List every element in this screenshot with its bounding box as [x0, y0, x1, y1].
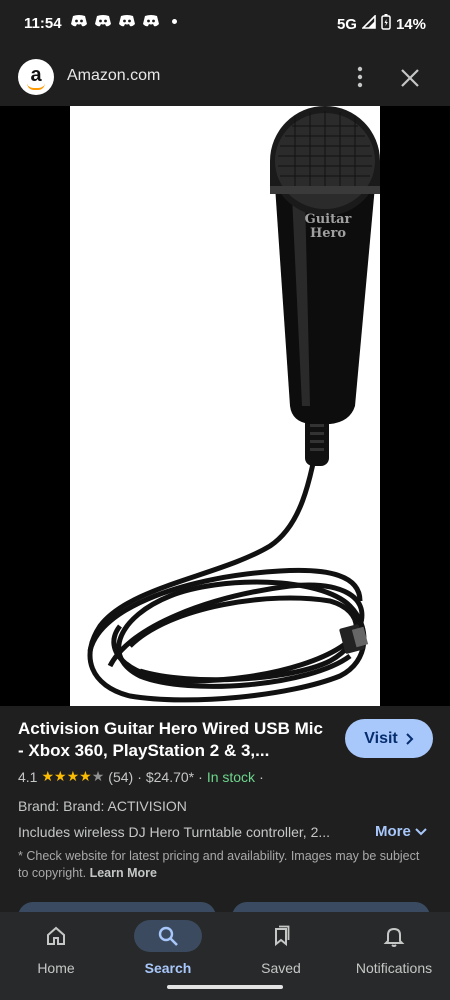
nav-search-icon-wrap [134, 920, 202, 952]
discord-icon [142, 14, 160, 28]
close-button[interactable] [398, 66, 422, 90]
nav-search-label: Search [144, 960, 192, 976]
battery-icon [381, 14, 391, 34]
discord-icon [94, 14, 112, 28]
microphone-illustration: Guitar Hero [87, 106, 380, 703]
product-meta-row: 4.1 ★★★★★ (54) · $24.70* · In stock · [18, 768, 264, 785]
more-label: More [375, 823, 411, 840]
nav-search[interactable]: Search [112, 912, 224, 984]
nav-notifications-icon-wrap [360, 920, 428, 952]
amazon-smile-icon [27, 83, 45, 90]
separator: · [137, 768, 142, 785]
status-time: 11:54 [24, 15, 62, 32]
battery-percent: 14% [395, 15, 426, 33]
site-name[interactable]: Amazon.com [67, 67, 160, 85]
brand-line: Brand: Brand: ACTIVISION [18, 798, 187, 814]
status-bar: 11:54 5G 14% [0, 0, 450, 48]
nav-saved[interactable]: Saved [225, 912, 337, 984]
gesture-home-indicator[interactable] [167, 985, 283, 989]
product-title[interactable]: Activision Guitar Hero Wired USB Mic - X… [18, 718, 328, 762]
separator: · [259, 768, 264, 785]
chevron-right-icon [406, 732, 414, 745]
nav-saved-icon-wrap [247, 920, 315, 952]
site-logo[interactable]: a [18, 59, 54, 95]
star-rating: ★★★★★ [41, 768, 104, 785]
status-right: 5G 14% [337, 14, 426, 34]
review-count: (54) [108, 768, 134, 785]
image-viewer[interactable]: Guitar Hero [0, 106, 450, 787]
star-icon: ★ [79, 768, 92, 784]
search-icon [158, 926, 178, 946]
nav-home-label: Home [37, 960, 75, 976]
close-icon [401, 69, 419, 87]
nav-notifications-label: Notifications [355, 960, 433, 976]
star-icon: ★ [66, 768, 80, 784]
rating-value: 4.1 [18, 768, 38, 785]
chevron-down-icon [415, 827, 427, 835]
discord-icon [70, 14, 88, 28]
disclaimer: * Check website for latest pricing and a… [18, 848, 428, 882]
description-line: Includes wireless DJ Hero Turntable cont… [18, 824, 331, 840]
nav-notifications[interactable]: Notifications [338, 912, 450, 984]
star-empty-icon: ★ [91, 768, 105, 784]
guitar-hero-logo-line2: Hero [310, 226, 346, 241]
more-button[interactable]: More [375, 823, 427, 840]
nav-home-icon-wrap [22, 920, 90, 952]
product-image[interactable]: Guitar Hero [70, 106, 380, 706]
home-icon [47, 926, 65, 945]
custom-tab-header: a Amazon.com [0, 48, 450, 106]
more-options-button[interactable] [348, 64, 372, 90]
signal-icon [361, 14, 376, 33]
discord-icon [118, 14, 136, 28]
star-icon: ★ [54, 768, 67, 784]
saved-icon [275, 925, 290, 947]
price: $24.70* [145, 768, 195, 785]
learn-more-link[interactable]: Learn More [90, 866, 157, 880]
network-label: 5G [336, 15, 357, 33]
visit-button[interactable]: Visit [345, 719, 433, 758]
more-vert-icon [357, 66, 363, 88]
nav-saved-label: Saved [261, 960, 301, 976]
separator: · [198, 768, 203, 785]
notification-icons [70, 14, 177, 28]
disclaimer-text: * Check website for latest pricing and a… [18, 849, 420, 880]
visit-label: Visit [364, 729, 398, 747]
product-info-panel: Activision Guitar Hero Wired USB Mic - X… [0, 706, 450, 932]
guitar-hero-logo-line1: Guitar [305, 212, 352, 227]
nav-home[interactable]: Home [0, 912, 112, 984]
stock-status: In stock [206, 768, 256, 785]
more-notifications-dot [172, 18, 177, 24]
bell-icon [383, 927, 405, 947]
star-icon: ★ [41, 768, 55, 784]
